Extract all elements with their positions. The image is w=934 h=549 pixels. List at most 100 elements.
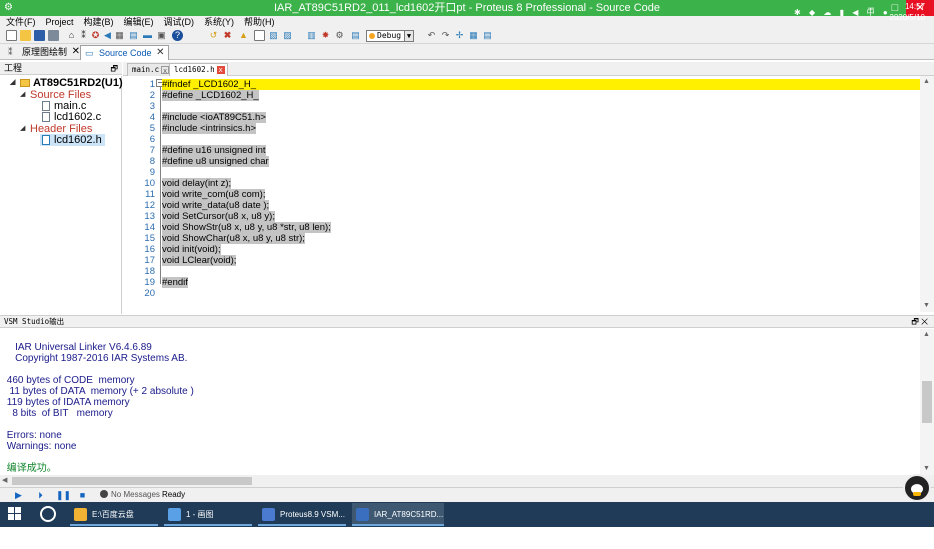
close-icon[interactable]: ✕ bbox=[72, 45, 80, 59]
code-line[interactable]: void delay(int z); bbox=[162, 178, 232, 189]
volume-icon[interactable]: ◀ bbox=[852, 8, 858, 17]
system-clock[interactable]: 14:57 2020/5/10 bbox=[885, 1, 925, 23]
paste-icon[interactable]: ▨ bbox=[282, 30, 293, 41]
source-icon[interactable]: ↺ bbox=[208, 30, 219, 41]
tree-root-node[interactable]: ◢ AT89C51RD2(U1) bbox=[10, 77, 123, 89]
qq-penguin-icon[interactable] bbox=[903, 474, 931, 502]
tree-file-lcd1602-h[interactable]: lcd1602.h bbox=[40, 134, 105, 146]
pin-close-icons[interactable]: 🗗 ✕ bbox=[911, 316, 928, 328]
project-settings-icon[interactable]: ▤ bbox=[350, 30, 361, 41]
build-config-select[interactable]: Debug ▼ bbox=[366, 30, 414, 42]
output-horizontal-scrollbar[interactable]: ◀ ▶ bbox=[0, 475, 934, 487]
taskbar-item[interactable]: 1 - 画图 bbox=[164, 503, 252, 526]
shield-icon[interactable]: ◆ bbox=[809, 8, 815, 17]
scroll-up-icon[interactable]: ▲ bbox=[923, 331, 930, 338]
new-file-icon[interactable] bbox=[6, 30, 17, 41]
pcb-icon[interactable]: ✪ bbox=[90, 30, 101, 41]
collapse-triangle-icon[interactable]: ◢ bbox=[20, 123, 25, 135]
menu-debug[interactable]: 调试(D) bbox=[164, 16, 195, 28]
close-icon[interactable]: ✕ bbox=[156, 46, 164, 60]
scroll-down-icon[interactable]: ▼ bbox=[923, 465, 930, 472]
play-icon[interactable]: ▶ bbox=[14, 491, 23, 500]
code-line[interactable]: void SetCursor(u8 x, u8 y); bbox=[162, 211, 275, 222]
3d-view-icon[interactable]: ▤ bbox=[128, 30, 139, 41]
collapse-triangle-icon[interactable]: ◢ bbox=[10, 77, 15, 89]
design-explorer-icon[interactable]: ▬ bbox=[142, 30, 153, 41]
taskbar-item[interactable]: E:\百度云盘03\Pr... bbox=[70, 503, 158, 542]
tab-schematic[interactable]: ⁑ 原理图绘制 ✕ bbox=[4, 45, 83, 60]
chevron-down-icon[interactable]: ▼ bbox=[404, 31, 413, 41]
code-line[interactable]: #define u8 unsigned char bbox=[162, 156, 269, 167]
code-line[interactable]: #ifndef _LCD1602_H_ bbox=[162, 79, 256, 90]
home-icon[interactable]: ⌂ bbox=[66, 30, 77, 41]
output-vertical-scrollbar[interactable]: ▲ ▼ bbox=[920, 329, 934, 475]
open-folder-icon[interactable] bbox=[20, 30, 31, 41]
collapse-triangle-icon[interactable]: ◢ bbox=[20, 89, 25, 101]
scroll-down-icon[interactable]: ▼ bbox=[923, 302, 930, 309]
code-line[interactable]: void write_data(u8 date ); bbox=[162, 200, 270, 211]
scroll-thumb[interactable] bbox=[922, 381, 932, 423]
menu-project[interactable]: Project bbox=[46, 16, 74, 28]
menu-help[interactable]: 帮助(H) bbox=[244, 16, 275, 28]
taskbar-item[interactable]: IAR_AT89C51RD... bbox=[352, 503, 444, 526]
replace-icon[interactable]: ▤ bbox=[482, 30, 493, 41]
gerber-icon[interactable]: ◀ bbox=[102, 30, 113, 41]
undo-icon[interactable]: ↶ bbox=[426, 30, 437, 41]
settings-icon[interactable]: ⚙ bbox=[334, 30, 345, 41]
tools-icon[interactable]: ✢ bbox=[454, 30, 465, 41]
code-area[interactable]: #ifndef _LCD1602_H_ #define _LCD1602_H_ #i… bbox=[162, 76, 920, 312]
code-line[interactable]: #include <intrinsics.h> bbox=[162, 123, 256, 134]
main-tab-bar: ⁑ 原理图绘制 ✕ ▭ Source Code ✕ bbox=[0, 44, 934, 60]
menu-edit[interactable]: 编辑(E) bbox=[124, 16, 154, 28]
tab-source-code[interactable]: ▭ Source Code ✕ bbox=[80, 45, 169, 60]
code-line[interactable]: #define _LCD1602_H_ bbox=[162, 90, 259, 101]
code-line[interactable]: void LClear(void); bbox=[162, 255, 237, 266]
step-icon[interactable]: ⏵ bbox=[36, 491, 45, 500]
menu-file[interactable]: 文件(F) bbox=[6, 16, 36, 28]
menu-system[interactable]: 系统(Y) bbox=[204, 16, 234, 28]
search-icon[interactable] bbox=[40, 506, 56, 522]
scroll-up-icon[interactable]: ▲ bbox=[923, 78, 930, 85]
close-icon[interactable]: x bbox=[216, 66, 225, 74]
onedrive-icon[interactable]: ☁ bbox=[823, 8, 831, 17]
windows-start-icon[interactable] bbox=[8, 507, 22, 521]
editor-tab-main-c[interactable]: main.c x bbox=[127, 63, 173, 76]
close-icon[interactable]: x bbox=[161, 66, 170, 75]
find-icon[interactable]: ▦ bbox=[468, 30, 479, 41]
save-icon[interactable] bbox=[34, 30, 45, 41]
stop-icon[interactable]: ■ bbox=[78, 491, 87, 500]
scroll-left-icon[interactable]: ◀ bbox=[2, 476, 7, 484]
code-line[interactable]: #define u16 unsigned int bbox=[162, 145, 266, 156]
editor-tab-lcd1602-h[interactable]: lcd1602.h x bbox=[169, 63, 228, 76]
code-line[interactable]: void init(void); bbox=[162, 244, 221, 255]
rebuild-icon[interactable]: ▥ bbox=[306, 30, 317, 41]
bluetooth-icon[interactable]: ✱ bbox=[794, 8, 801, 17]
editor-vertical-scrollbar[interactable]: ▲ ▼ bbox=[920, 76, 934, 312]
page-icon[interactable] bbox=[254, 30, 265, 41]
build-icon[interactable]: ▲ bbox=[238, 30, 249, 41]
tree-file-lcd1602-c[interactable]: lcd1602.c bbox=[42, 111, 101, 123]
pin-icon[interactable]: 🗗 bbox=[110, 62, 118, 75]
ime-indicator[interactable]: 中 bbox=[867, 8, 875, 17]
redo-icon[interactable]: ↷ bbox=[440, 30, 451, 41]
help-icon[interactable]: ? bbox=[172, 30, 183, 41]
code-line[interactable]: void ShowStr(u8 x, u8 y, u8 *str, u8 len… bbox=[162, 222, 331, 233]
notes-icon[interactable]: ▣ bbox=[156, 30, 167, 41]
code-line[interactable]: void write_com(u8 com); bbox=[162, 189, 266, 200]
bom-icon[interactable]: ▦ bbox=[114, 30, 125, 41]
code-line[interactable]: #endif bbox=[162, 277, 188, 288]
messages-status[interactable]: No Messages bbox=[100, 488, 160, 502]
delete-icon[interactable]: ✖ bbox=[222, 30, 233, 41]
schematic-icon[interactable]: ⁑ bbox=[78, 30, 89, 41]
pause-icon[interactable]: ❚❚ bbox=[56, 491, 71, 500]
copy-icon[interactable]: ▧ bbox=[268, 30, 279, 41]
import-icon[interactable] bbox=[48, 30, 59, 41]
network-icon[interactable]: ▮ bbox=[840, 8, 844, 17]
code-line[interactable]: #include <ioAT89C51.h> bbox=[162, 112, 266, 123]
taskbar-item[interactable]: Proteus8.9 VSM... bbox=[258, 503, 346, 526]
compile-icon[interactable]: ✸ bbox=[320, 30, 331, 41]
menu-build[interactable]: 构建(B) bbox=[84, 16, 114, 28]
scroll-thumb[interactable] bbox=[12, 477, 252, 485]
code-line[interactable]: void ShowChar(u8 x, u8 y, u8 str); bbox=[162, 233, 305, 244]
code-editor[interactable]: 1 2 3 4 5 6 7 8 9 10 11 12 13 14 15 16 17 18 19 20 − #ifnde… bbox=[123, 76, 934, 312]
